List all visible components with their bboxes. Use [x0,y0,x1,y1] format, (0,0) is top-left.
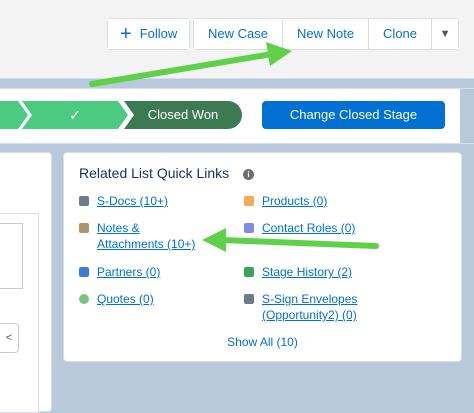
quick-link-s-sign-envelopes[interactable]: S-Sign Envelopes (Opportunity2) (0) [262,291,357,323]
chevron-left-icon: < [5,332,13,344]
product-icon [244,196,254,206]
wrench-icon [79,196,89,206]
quick-link-notes-attachments[interactable]: Notes & Attachments (10+) [97,220,195,252]
page-background [460,89,474,143]
quick-link-contact-roles[interactable]: Contact Roles (0) [262,220,355,236]
contact-icon [244,223,254,233]
path-stage-previous[interactable] [0,101,28,129]
follow-label: Follow [139,26,178,41]
action-button-group: New Case New Note Clone ▼ [193,18,460,50]
partners-icon [79,267,89,277]
quick-link-quotes[interactable]: Quotes (0) [97,291,154,307]
text-area-field[interactable] [0,223,23,289]
info-icon[interactable]: i [243,169,254,180]
follow-button-group: + Follow [107,18,191,50]
quick-link-label[interactable]: Notes & [97,221,140,235]
follow-button[interactable]: + Follow [108,19,190,49]
collapse-button[interactable]: < [0,323,19,353]
quick-link-label[interactable]: S-Docs (10+) [97,194,168,208]
more-actions-button[interactable]: ▼ [432,19,459,49]
chevron-down-icon: ▼ [439,28,451,40]
plus-icon: + [120,23,132,45]
change-closed-stage-button[interactable]: Change Closed Stage [262,101,445,129]
quick-links-title: Related List Quick Links [79,165,230,181]
path-stage-complete[interactable]: ✓ [22,101,128,129]
quick-link-label[interactable]: S-Sign Envelopes [262,292,357,306]
check-icon: ✓ [69,107,81,123]
quick-link-label[interactable]: Products (0) [262,194,327,208]
wrench-icon [244,294,254,304]
related-list-quick-links: Related List Quick Links i S-Docs (10+) … [63,152,462,362]
new-case-button[interactable]: New Case [194,19,283,49]
quick-link-label-line2[interactable]: (Opportunity2) (0) [262,308,357,322]
sales-path: ✓ Closed Won Change Closed Stage [0,88,474,144]
show-all-link[interactable]: Show All (10) [64,335,461,349]
details-card: < [0,152,52,413]
quote-icon [79,294,89,304]
quick-link-label[interactable]: Stage History (2) [262,265,352,279]
new-note-button[interactable]: New Note [282,19,370,49]
quick-link-partners[interactable]: Partners (0) [97,264,160,280]
clone-button[interactable]: Clone [369,19,433,49]
record-header: + Follow New Case New Note Clone ▼ [0,0,474,79]
quick-link-label[interactable]: Partners (0) [97,265,160,279]
quick-link-label[interactable]: Quotes (0) [97,292,154,306]
note-icon [79,223,89,233]
path-stage-closed-won[interactable]: Closed Won [124,101,242,129]
closed-stage-label: Closed Won [147,107,219,122]
stage-history-icon [244,267,254,277]
quick-link-label[interactable]: Contact Roles (0) [262,221,355,235]
quick-link-products[interactable]: Products (0) [262,193,327,209]
quick-link-stage-history[interactable]: Stage History (2) [262,264,352,280]
quick-link-label-line2[interactable]: Attachments (10+) [97,237,195,251]
quick-link-s-docs[interactable]: S-Docs (10+) [97,193,168,209]
